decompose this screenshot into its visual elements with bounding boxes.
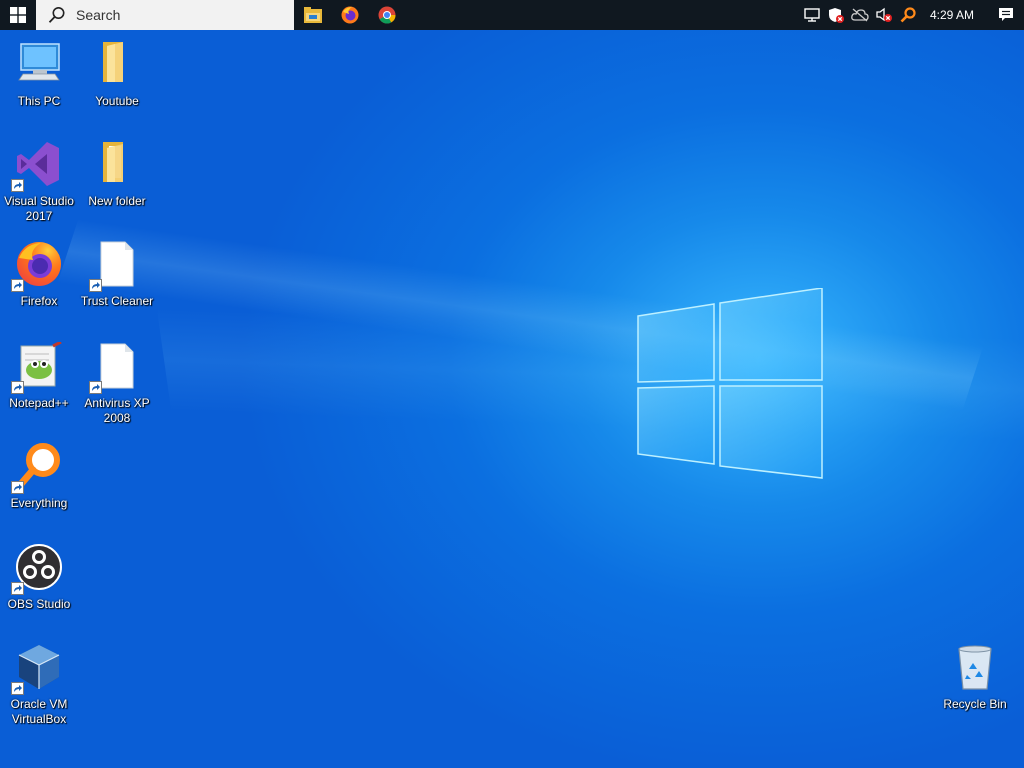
taskbar-search-box[interactable]: Search [36, 0, 294, 30]
windows-wallpaper-logo [637, 288, 823, 479]
file-explorer-icon [303, 7, 322, 23]
shortcut-arrow-icon [89, 381, 102, 394]
desktop-icon-label: Oracle VM VirtualBox [10, 697, 68, 726]
desktop-icon-everything[interactable]: Everything [0, 442, 78, 511]
shortcut-arrow-icon [11, 582, 24, 595]
tray-cloud[interactable] [848, 0, 872, 30]
folder-icon [103, 42, 123, 82]
desktop-icon-label: Visual Studio 2017 [4, 194, 74, 223]
everything-search-icon [900, 7, 916, 23]
shield-warning-icon [828, 8, 844, 23]
tray-security[interactable] [824, 0, 848, 30]
desktop-icon-antivirus-xp-2008[interactable]: Antivirus XP 2008 [78, 342, 156, 426]
taskbar-firefox[interactable] [331, 0, 368, 30]
windows-start-icon [10, 7, 26, 23]
desktop-icon-label: New folder [88, 194, 146, 208]
taskbar: Search 4:29 AM [0, 0, 1024, 30]
desktop-icon-label: OBS Studio [7, 597, 71, 611]
taskbar-clock[interactable]: 4:29 AM [920, 8, 988, 22]
network-monitor-icon [804, 8, 820, 22]
start-button[interactable] [0, 0, 36, 30]
tray-volume[interactable] [872, 0, 896, 30]
desktop-icon-trust-cleaner[interactable]: Trust Cleaner [78, 240, 156, 309]
desktop-icon-firefox[interactable]: Firefox [0, 240, 78, 309]
action-center-button[interactable] [988, 0, 1024, 30]
recycle-bin-icon [958, 645, 992, 690]
taskbar-file-explorer[interactable] [294, 0, 331, 30]
shortcut-arrow-icon [11, 381, 24, 394]
desktop-icon-youtube[interactable]: Youtube [78, 40, 156, 109]
search-placeholder: Search [76, 7, 121, 23]
desktop-icon-label: Notepad++ [9, 396, 69, 410]
system-tray: 4:29 AM [800, 0, 1024, 30]
desktop-icon-this-pc[interactable]: This PC [0, 40, 78, 109]
desktop-icon-label: This PC [17, 94, 61, 108]
desktop-icon-obs-studio[interactable]: OBS Studio [0, 543, 78, 612]
folder-icon [103, 142, 123, 182]
desktop-icon-label: Everything [10, 496, 68, 510]
tray-everything[interactable] [896, 0, 920, 30]
desktop-icon-new-folder[interactable]: New folder [78, 140, 156, 209]
notification-icon [999, 8, 1013, 21]
desktop-icon-label: Firefox [20, 294, 58, 308]
shortcut-arrow-icon [11, 481, 24, 494]
shortcut-arrow-icon [89, 279, 102, 292]
desktop-icon-virtualbox[interactable]: Oracle VM VirtualBox [0, 643, 78, 727]
taskbar-chrome[interactable] [368, 0, 405, 30]
desktop-icon-label: Trust Cleaner [80, 294, 154, 308]
speaker-muted-icon [876, 7, 892, 22]
desktop-icon-recycle-bin[interactable]: Recycle Bin [936, 643, 1014, 712]
desktop-icon-visual-studio[interactable]: Visual Studio 2017 [0, 140, 78, 224]
chrome-icon [378, 6, 396, 24]
shortcut-arrow-icon [11, 682, 24, 695]
firefox-icon [341, 6, 358, 24]
tray-network[interactable] [800, 0, 824, 30]
desktop-icon-label: Antivirus XP 2008 [84, 396, 150, 425]
desktop-icon-label: Recycle Bin [943, 697, 1007, 711]
search-icon [48, 7, 65, 23]
computer-icon [18, 43, 60, 81]
shortcut-arrow-icon [11, 279, 24, 292]
cloud-offline-icon [851, 8, 869, 22]
shortcut-arrow-icon [11, 179, 24, 192]
desktop-icon-label: Youtube [95, 94, 139, 108]
desktop-icon-notepad-plus-plus[interactable]: Notepad++ [0, 340, 78, 411]
